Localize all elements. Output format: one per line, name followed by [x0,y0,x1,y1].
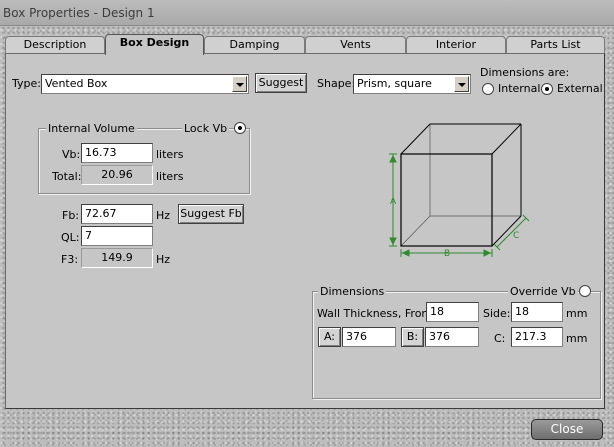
fb-input[interactable]: 72.67 [81,204,153,224]
suggest-fb-button[interactable]: Suggest Fb [178,204,244,224]
dimension-markers [389,153,530,257]
type-select-value: Vented Box [45,77,108,90]
tab-damping[interactable]: Damping [204,36,305,54]
lock-vb-label: Lock Vb [182,122,230,135]
vb-label: Vb: [62,148,81,161]
vb-unit: liters [156,148,184,161]
tab-vents[interactable]: Vents [305,36,406,54]
window-title: Box Properties - Design 1 [3,6,155,20]
ql-label: QL: [61,231,80,244]
internal-radio[interactable] [482,83,494,95]
dimension-c-line [496,217,527,248]
tab-description[interactable]: Description [5,36,105,54]
internal-volume-title: Internal Volume [46,122,137,135]
internal-radio-label: Internal [498,82,541,95]
c-dimension-label: C: [494,332,506,345]
a-dimension-button[interactable]: A: [318,327,341,347]
chevron-down-icon[interactable] [232,76,247,92]
shape-select[interactable]: Prism, square [353,74,471,94]
shape-label: Shape: [317,77,356,90]
external-radio[interactable] [541,83,553,95]
f3-label: F3: [61,253,79,266]
override-vb-label: Override Vb [508,285,578,298]
box-diagram: A B C [389,123,530,259]
vb-input[interactable]: 16.73 [81,143,153,163]
dimension-b-label: B [444,249,450,259]
fb-unit: Hz [156,209,171,222]
dimension-a-arrow-bottom [389,237,397,246]
wall-thickness-front-input[interactable]: 18 [426,302,479,322]
type-select[interactable]: Vented Box [41,74,249,94]
lock-vb-radio[interactable] [234,122,246,134]
total-value: 20.96 [81,165,153,185]
side-unit: mm [566,307,588,320]
c-dimension-input[interactable]: 217.3 [511,327,563,347]
tab-strip: Description Box Design Damping Vents Int… [5,34,605,55]
tab-interior[interactable]: Interior [406,36,506,54]
override-vb-radio[interactable] [579,285,591,297]
f3-unit: Hz [156,253,171,266]
dimensions-are-label: Dimensions are: [480,66,570,79]
suggest-button[interactable]: Suggest [255,73,307,93]
side-label: Side: [483,307,511,320]
shape-select-value: Prism, square [357,77,432,90]
total-label: Total: [52,170,82,183]
dimension-a-arrow-top [389,154,397,163]
close-button[interactable]: Close [531,419,603,440]
box-design-panel: Type: Vented Box Suggest Shape: Prism, s… [5,53,605,409]
tab-parts-list[interactable]: Parts List [506,36,605,54]
fb-label: Fb: [62,209,80,222]
dimension-c-label: C [513,231,519,241]
b-dimension-input[interactable]: 376 [425,327,479,347]
dimension-a-label: A [390,197,397,207]
box-bottom-left-edge [400,215,431,247]
dimension-b-arrow-left [401,249,410,257]
type-label: Type: [12,77,41,90]
box-top-left-edge [400,123,431,155]
box-top-right-edge [491,123,522,155]
c-dimension-unit: mm [566,332,588,345]
dimension-b-arrow-right [483,249,492,257]
f3-value: 149.9 [81,248,153,268]
title-bar: Box Properties - Design 1 [0,0,614,26]
ql-input[interactable]: 7 [81,226,153,246]
b-dimension-button[interactable]: B: [401,327,424,347]
chevron-down-icon[interactable] [454,76,469,92]
dimensions-title: Dimensions [318,285,387,298]
tab-box-design[interactable]: Box Design [105,34,204,55]
side-input[interactable]: 18 [511,302,563,322]
external-radio-label: External [557,82,603,95]
a-dimension-input[interactable]: 376 [342,327,396,347]
total-unit: liters [156,170,184,183]
wall-thickness-front-label: Wall Thickness, Front: [317,307,437,320]
